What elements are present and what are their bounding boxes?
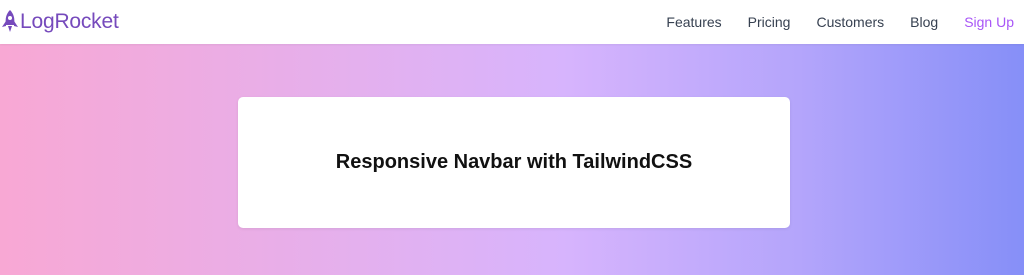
sign-up-link[interactable]: Sign Up [964,14,1014,30]
brand-name: LogRocket [20,10,119,33]
nav-links: Features Pricing Customers Blog Sign Up [666,0,1024,44]
hero-section: Responsive Navbar with TailwindCSS [0,44,1024,275]
rocket-icon [2,10,18,32]
hero-card: Responsive Navbar with TailwindCSS [238,97,790,228]
navbar: LogRocket Features Pricing Customers Blo… [0,0,1024,44]
nav-link-blog[interactable]: Blog [910,14,938,30]
hero-card-title: Responsive Navbar with TailwindCSS [335,151,693,173]
nav-link-features[interactable]: Features [666,14,721,30]
brand-logo-link[interactable]: LogRocket [0,0,119,44]
page: LogRocket Features Pricing Customers Blo… [0,0,1024,275]
nav-link-customers[interactable]: Customers [816,14,884,30]
nav-link-pricing[interactable]: Pricing [748,14,791,30]
